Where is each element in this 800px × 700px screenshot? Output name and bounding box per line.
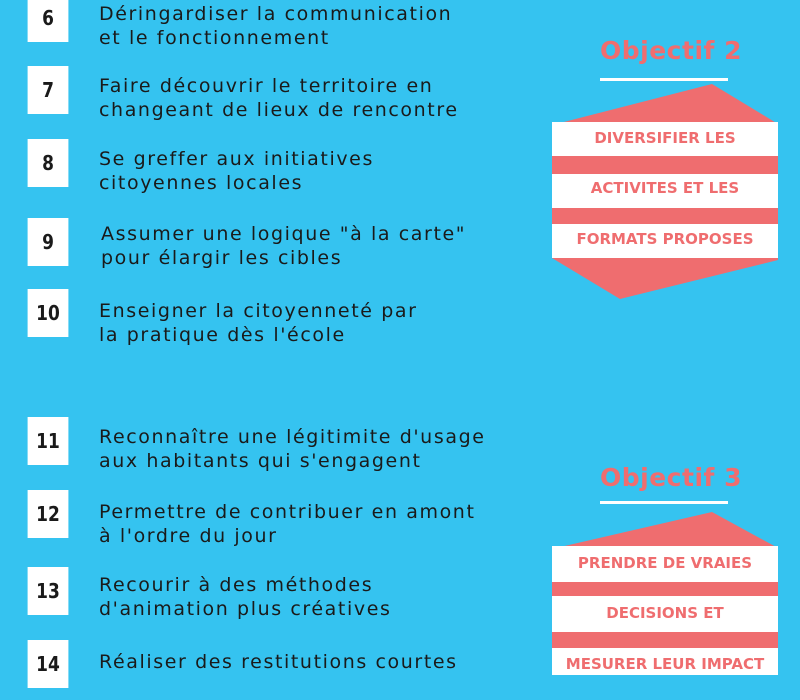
objective-3-title: Objectif 3 [600,463,742,492]
list-item-11: 11 Reconnaître une légitimite d'usage au… [0,417,560,477]
item-text: Enseigner la citoyenneté par la pratique… [99,300,418,346]
list-item-7: 7 Faire découvrir le territoire en chang… [0,66,560,126]
item-text: Reconnaître une légitimite d'usage aux h… [99,426,486,472]
objective-2-line-2: ACTIVITES ET LES [590,179,740,197]
ribbon-shape [552,512,778,675]
number-badge: 12 [27,490,69,538]
item-text: Assumer une logique "à la carte" pour él… [101,223,467,269]
number-badge: 6 [27,0,69,42]
objective-3-line-2: DECISIONS ET [606,604,724,622]
list-item-12: 12 Permettre de contribuer en amont à l'… [0,490,560,550]
list-item-6: 6 Déringardiser la communication et le f… [0,0,560,60]
number-badge: 13 [27,567,69,615]
number-badge: 11 [27,417,69,465]
item-text: Permettre de contribuer en amont à l'ord… [99,501,476,547]
list-item-9: 9 Assumer une logique "à la carte" pour … [0,218,560,278]
item-text: Faire découvrir le territoire en changea… [99,75,459,121]
objective-3-line-1: PRENDRE DE VRAIES [577,554,753,572]
item-text: Recourir à des méthodes d'animation plus… [99,574,392,620]
objective-3-line-3: MESURER LEUR IMPACT [565,655,765,673]
item-text: Déringardiser la communication et le fon… [99,3,453,49]
list-item-13: 13 Recourir à des méthodes d'animation p… [0,567,560,627]
number-badge: 14 [27,640,69,688]
objective-2-divider [600,78,728,81]
list-item-8: 8 Se greffer aux initiatives citoyennes … [0,139,560,199]
objective-2-line-3: FORMATS PROPOSES [576,230,754,248]
number-badge: 10 [27,289,69,337]
number-badge: 7 [27,66,69,114]
objective-3-ribbon: PRENDRE DE VRAIES DECISIONS ET MESURER L… [548,512,784,675]
item-text: Réaliser des restitutions courtes [99,651,458,673]
number-badge: 9 [27,218,69,266]
objective-2-line-1: DIVERSIFIER LES [594,129,736,147]
objective-2-title: Objectif 2 [600,36,742,65]
list-item-10: 10 Enseigner la citoyenneté par la prati… [0,289,560,349]
list-item-14: 14 Réaliser des restitutions courtes [0,640,560,700]
objective-2-ribbon: DIVERSIFIER LES ACTIVITES ET LES FORMATS… [548,84,784,299]
objective-3-divider [600,501,728,504]
item-text: Se greffer aux initiatives citoyennes lo… [99,148,374,194]
number-badge: 8 [27,139,69,187]
